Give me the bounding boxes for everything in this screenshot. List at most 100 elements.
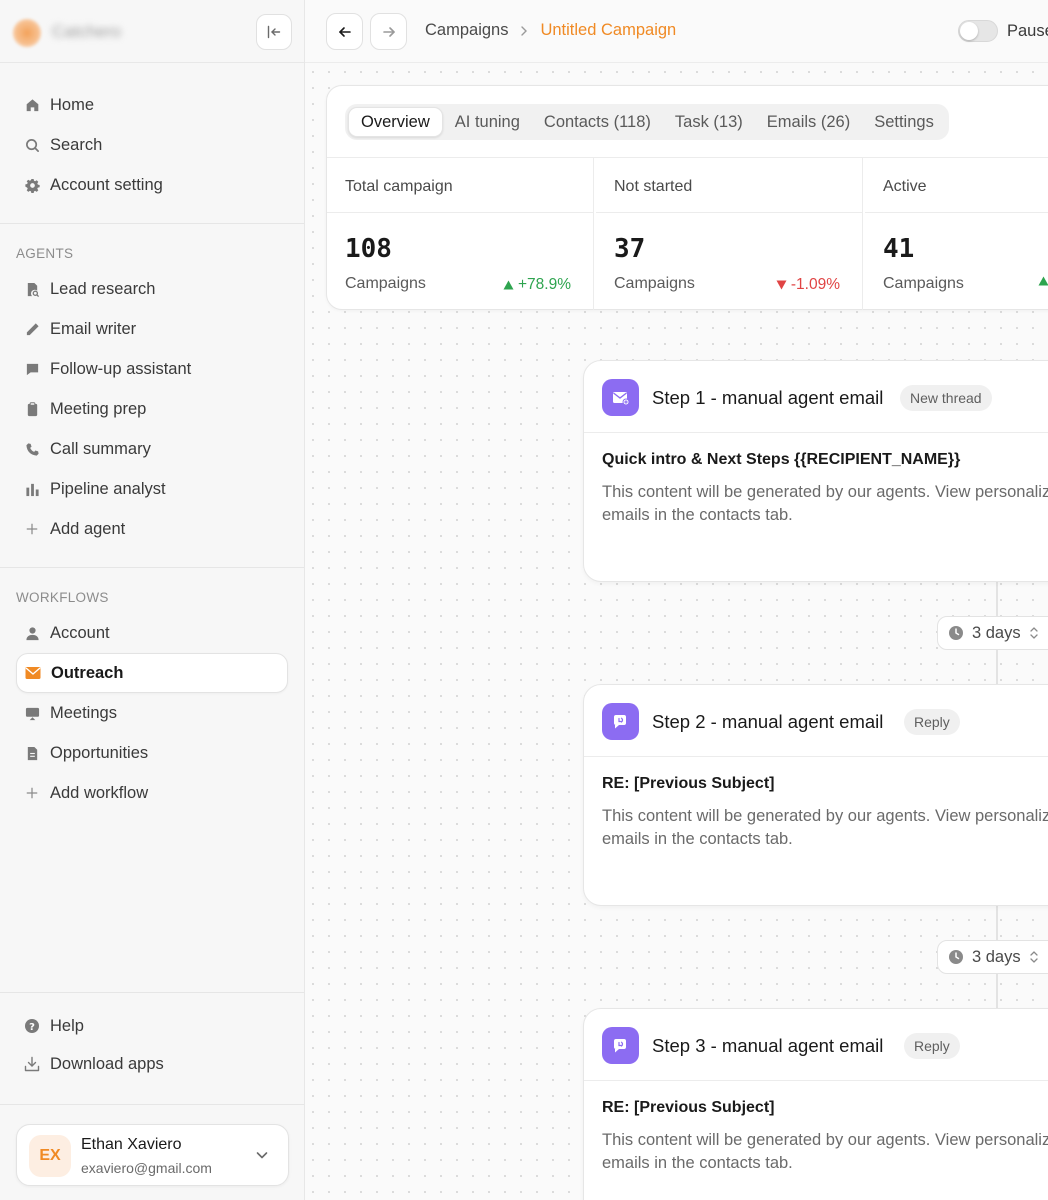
sidebar-item-opportunities[interactable]: Opportunities xyxy=(16,733,288,773)
sidebar-item-lead-research[interactable]: Lead research xyxy=(16,269,288,309)
breadcrumb-current[interactable]: Untitled Campaign xyxy=(540,21,676,40)
sidebar-item-label: Lead research xyxy=(50,279,156,298)
user-icon xyxy=(24,625,40,641)
stat-title: Not started xyxy=(596,158,862,213)
main-nav: Home Search Account setting xyxy=(0,63,304,223)
nav-help-label: Help xyxy=(50,1016,84,1035)
sidebar-item-label: Email writer xyxy=(50,319,137,338)
forward-button[interactable] xyxy=(370,13,407,50)
workflows-section: WORKFLOWS Account Outreach Meetings Oppo… xyxy=(0,567,304,813)
sidebar-item-meeting-prep[interactable]: Meeting prep xyxy=(16,389,288,429)
stat-value: 108 xyxy=(345,234,392,264)
step-card-3[interactable]: Step 3 - manual agent email Reply RE: [P… xyxy=(583,1008,1048,1200)
nav-search-label: Search xyxy=(50,135,103,154)
user-name: Ethan Xaviero xyxy=(81,1136,182,1153)
brand-header: Catchero xyxy=(0,0,304,63)
stat-unit: Campaigns xyxy=(614,275,695,292)
overview-card: Overview AI tuning Contacts (118) Task (… xyxy=(326,85,1048,310)
mail-plus-icon xyxy=(602,379,639,416)
sidebar-item-pipeline-analyst[interactable]: Pipeline analyst xyxy=(16,469,288,509)
plus-icon xyxy=(24,785,40,801)
nav-search[interactable]: Search xyxy=(16,125,288,165)
tab-task[interactable]: Task (13) xyxy=(663,107,755,137)
delay-selector[interactable]: 3 days xyxy=(937,616,1048,650)
sidebar-item-meetings[interactable]: Meetings xyxy=(16,693,288,733)
user-profile-card[interactable]: EX Ethan Xaviero exaviero@gmail.com xyxy=(16,1124,289,1186)
tab-settings[interactable]: Settings xyxy=(862,107,946,137)
step-body: This content will be generated by our ag… xyxy=(602,483,1048,524)
tab-contacts[interactable]: Contacts (118) xyxy=(532,107,663,137)
stat-unit: Campaigns xyxy=(345,275,426,292)
breadcrumb: Campaigns Untitled Campaign xyxy=(425,21,676,40)
step-card-2[interactable]: Step 2 - manual agent email Reply RE: [P… xyxy=(583,684,1048,906)
stat-unit: Campaigns xyxy=(883,275,964,292)
step-header: Step 1 - manual agent email New thread xyxy=(584,361,1048,433)
document-icon xyxy=(24,745,40,761)
stat-change: -1.09% xyxy=(776,276,840,294)
nav-help[interactable]: ? Help xyxy=(16,1007,288,1045)
step-title: Step 2 - manual agent email xyxy=(652,711,884,732)
chevron-right-icon xyxy=(521,25,528,36)
agents-section: AGENTS Lead research Email writer Follow… xyxy=(0,223,304,567)
step-subject: Quick intro & Next Steps {{RECIPIENT_NAM… xyxy=(602,451,961,468)
step-card-1[interactable]: Step 1 - manual agent email New thread Q… xyxy=(583,360,1048,582)
stat-total-campaign: Total campaign 108 Campaigns +78.9% xyxy=(327,158,593,310)
nav-download-apps[interactable]: Download apps xyxy=(16,1045,288,1083)
triangle-down-icon xyxy=(776,280,787,290)
breadcrumb-campaigns[interactable]: Campaigns xyxy=(425,21,508,40)
sidebar-item-label: Meetings xyxy=(50,703,117,722)
step-header: Step 2 - manual agent email Reply xyxy=(584,685,1048,757)
clock-icon xyxy=(949,626,963,640)
phone-icon xyxy=(24,441,40,457)
pause-label: Pause xyxy=(1007,22,1048,40)
agents-section-title: AGENTS xyxy=(16,246,74,261)
tab-ai-tuning[interactable]: AI tuning xyxy=(443,107,532,137)
tab-overview[interactable]: Overview xyxy=(348,107,443,137)
plus-icon xyxy=(24,521,40,537)
reply-icon xyxy=(602,1027,639,1064)
sidebar-item-outreach[interactable]: Outreach xyxy=(16,653,288,693)
chevron-up-down-icon xyxy=(1029,627,1038,639)
back-button[interactable] xyxy=(326,13,363,50)
sidebar-item-label: Account xyxy=(50,623,110,642)
gear-icon xyxy=(24,177,40,193)
pause-toggle[interactable] xyxy=(958,20,998,42)
brand-logo[interactable] xyxy=(12,18,42,48)
monitor-icon xyxy=(24,705,40,721)
clipboard-icon xyxy=(24,401,40,417)
sidebar-item-account[interactable]: Account xyxy=(16,613,288,653)
sidebar-item-call-summary[interactable]: Call summary xyxy=(16,429,288,469)
nav-download-apps-label: Download apps xyxy=(50,1054,164,1073)
clock-icon xyxy=(949,950,963,964)
stat-title: Active xyxy=(865,158,1048,213)
step-subject: RE: [Previous Subject] xyxy=(602,775,775,792)
collapse-icon xyxy=(267,25,281,39)
bottom-links: ? Help Download apps xyxy=(0,992,304,1083)
mail-icon xyxy=(25,665,41,681)
stat-separator xyxy=(862,158,863,310)
sidebar-item-add-workflow[interactable]: Add workflow xyxy=(16,773,288,813)
nav-account-setting[interactable]: Account setting xyxy=(16,165,288,205)
collapse-sidebar-button[interactable] xyxy=(256,14,292,50)
tab-emails[interactable]: Emails (26) xyxy=(755,107,862,137)
stat-value: 41 xyxy=(883,234,915,264)
nav-home[interactable]: Home xyxy=(16,85,288,125)
sidebar-item-follow-up-assistant[interactable]: Follow-up assistant xyxy=(16,349,288,389)
step-badge: Reply xyxy=(904,709,960,735)
sidebar-item-add-agent[interactable]: Add agent xyxy=(16,509,288,549)
triangle-up-icon xyxy=(503,280,514,290)
home-icon xyxy=(24,97,40,113)
delay-label: 3 days xyxy=(972,947,1021,966)
delay-selector[interactable]: 3 days xyxy=(937,940,1048,974)
sidebar: Catchero Home Search Account setting AGE… xyxy=(0,0,305,1200)
sidebar-item-label: Call summary xyxy=(50,439,151,458)
stat-not-started: Not started 37 Campaigns -1.09% xyxy=(596,158,862,310)
triangle-up-icon xyxy=(1038,276,1048,286)
delay-label: 3 days xyxy=(972,623,1021,642)
search-icon xyxy=(24,137,40,153)
step-subject: RE: [Previous Subject] xyxy=(602,1099,775,1116)
step-body: This content will be generated by our ag… xyxy=(602,1131,1048,1172)
chevron-down-icon[interactable] xyxy=(254,1147,270,1163)
step-badge: New thread xyxy=(900,385,992,411)
sidebar-item-email-writer[interactable]: Email writer xyxy=(16,309,288,349)
